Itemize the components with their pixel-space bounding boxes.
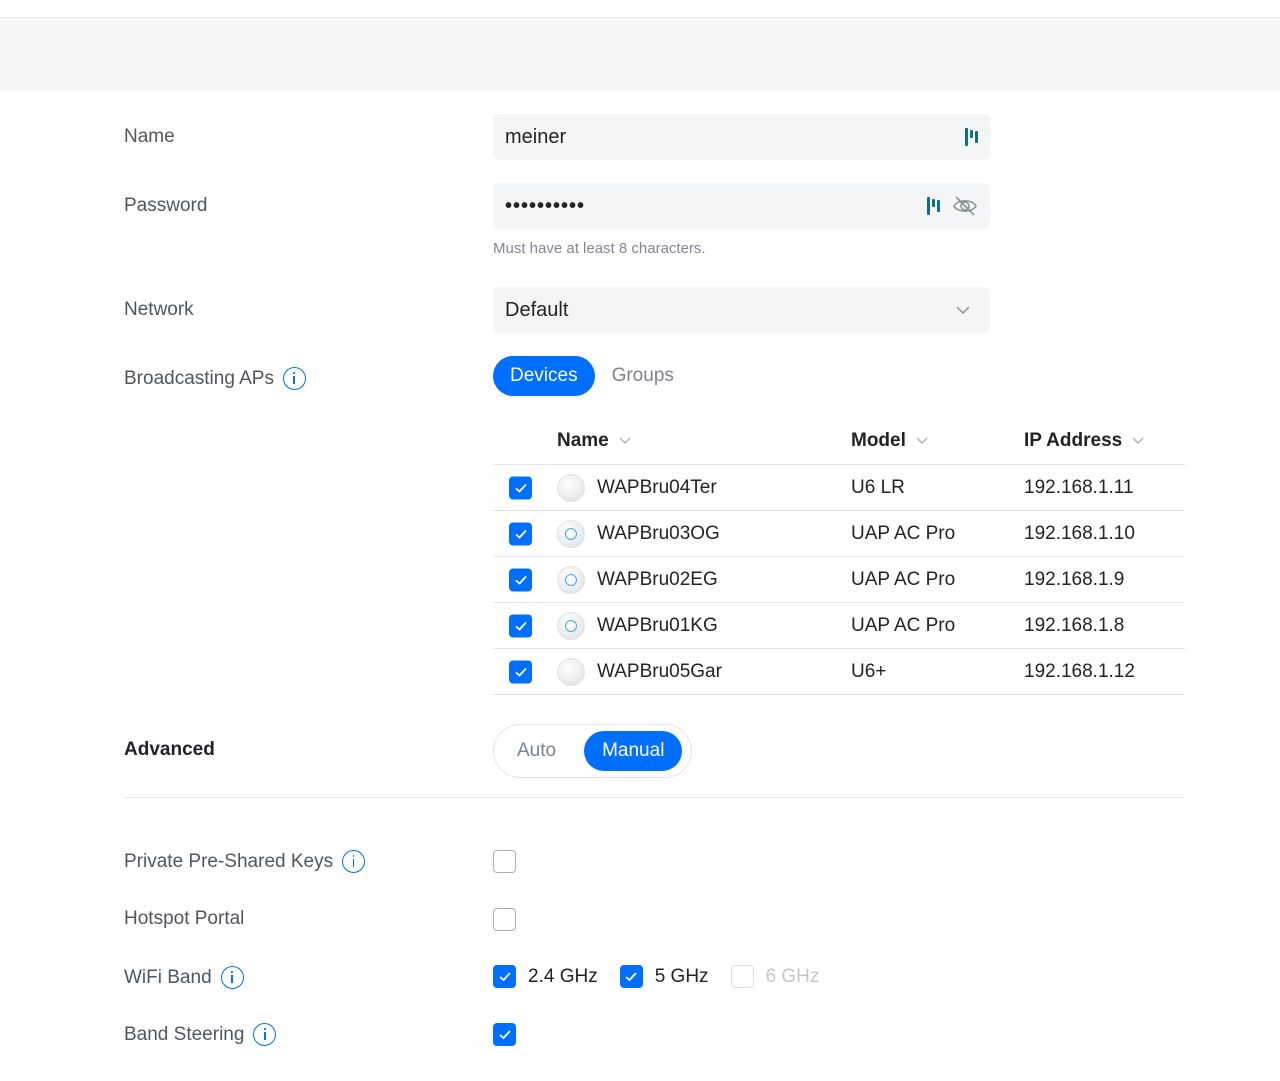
band-checkbox-6ghz — [730, 965, 754, 988]
advanced-manual-option[interactable]: Manual — [584, 731, 683, 771]
advanced-auto-option[interactable]: Auto — [499, 731, 574, 771]
table-row[interactable]: WAPBru04Ter U6 LR 192.168.1.11 — [493, 465, 1185, 511]
sort-chevron-icon[interactable] — [1132, 437, 1144, 445]
device-ip: 192.168.1.12 — [1024, 660, 1135, 682]
band-checkbox-2-4ghz[interactable] — [493, 965, 516, 988]
band-option-2-4ghz[interactable]: 2.4 GHz — [493, 965, 598, 988]
network-select[interactable]: Default — [493, 287, 990, 333]
chevron-down-icon[interactable] — [956, 303, 970, 317]
access-point-ring-icon — [557, 519, 585, 548]
band-label-2-4ghz: 2.4 GHz — [528, 965, 598, 987]
row-checkbox[interactable] — [509, 614, 532, 637]
password-helper-text: Must have at least 8 characters. — [493, 240, 706, 257]
device-model: U6+ — [851, 660, 887, 682]
access-point-icon — [557, 657, 585, 686]
device-ip: 192.168.1.10 — [1024, 522, 1135, 544]
wifi-band-options: 2.4 GHz 5 GHz 6 GHz — [493, 965, 841, 988]
hotspot-portal-checkbox[interactable] — [493, 908, 516, 931]
device-name: WAPBru04Ter — [597, 476, 717, 498]
name-input[interactable]: meiner — [493, 114, 990, 160]
row-checkbox[interactable] — [509, 660, 532, 683]
table-row[interactable]: WAPBru05Gar U6+ 192.168.1.12 — [493, 649, 1185, 695]
band-option-6ghz: 6 GHz — [730, 965, 820, 988]
info-icon[interactable] — [282, 367, 306, 390]
access-point-icon — [557, 473, 585, 502]
device-model: UAP AC Pro — [851, 614, 956, 636]
hotspot-portal-label: Hotspot Portal — [124, 908, 245, 929]
device-name: WAPBru01KG — [597, 614, 718, 636]
device-ip: 192.168.1.9 — [1024, 568, 1125, 590]
ap-table: Name Model IP Address WAPBru04Ter U6 LR … — [493, 418, 1185, 695]
band-steering-label: Band Steering — [124, 1023, 277, 1046]
top-bar — [0, 0, 1280, 18]
tab-groups[interactable]: Groups — [595, 356, 691, 396]
broadcasting-tabs: Devices Groups — [493, 356, 691, 396]
sort-chevron-icon[interactable] — [916, 437, 928, 445]
header-band — [0, 18, 1280, 91]
wifi-band-label: WiFi Band — [124, 966, 244, 989]
network-select-value[interactable]: Default — [505, 299, 956, 322]
ppsk-label: Private Pre-Shared Keys — [124, 850, 366, 873]
row-checkbox[interactable] — [509, 522, 532, 545]
band-steering-checkbox[interactable] — [493, 1023, 516, 1046]
device-name: WAPBru03OG — [597, 522, 720, 544]
device-name: WAPBru05Gar — [597, 660, 722, 682]
section-divider — [124, 797, 1185, 798]
name-input-value[interactable]: meiner — [505, 126, 959, 149]
column-header-model[interactable]: Model — [851, 430, 928, 452]
table-row[interactable]: WAPBru03OG UAP AC Pro 192.168.1.10 — [493, 511, 1185, 557]
device-ip: 192.168.1.11 — [1024, 476, 1134, 498]
device-model: UAP AC Pro — [851, 568, 956, 590]
device-name: WAPBru02EG — [597, 568, 718, 590]
tab-devices[interactable]: Devices — [493, 356, 595, 396]
password-input-value[interactable]: •••••••••• — [505, 195, 921, 218]
table-header: Name Model IP Address — [493, 418, 1185, 465]
broadcasting-aps-label: Broadcasting APs — [124, 367, 306, 390]
advanced-mode-toggle: Auto Manual — [493, 724, 692, 778]
table-row[interactable]: WAPBru02EG UAP AC Pro 192.168.1.9 — [493, 557, 1185, 603]
column-header-ip-address[interactable]: IP Address — [1024, 430, 1144, 452]
device-ip: 192.168.1.8 — [1024, 614, 1125, 636]
info-icon[interactable] — [220, 966, 244, 989]
ppsk-checkbox[interactable] — [493, 850, 516, 873]
row-checkbox[interactable] — [509, 568, 532, 591]
password-label: Password — [124, 195, 208, 216]
row-checkbox[interactable] — [509, 476, 532, 499]
eye-off-icon[interactable] — [952, 195, 978, 217]
password-input[interactable]: •••••••••• — [493, 183, 990, 229]
table-row[interactable]: WAPBru01KG UAP AC Pro 192.168.1.8 — [493, 603, 1185, 649]
advanced-label: Advanced — [124, 739, 215, 760]
band-checkbox-5ghz[interactable] — [619, 965, 643, 988]
access-point-ring-icon — [557, 565, 585, 594]
device-model: UAP AC Pro — [851, 522, 956, 544]
name-label: Name — [124, 126, 175, 147]
network-label: Network — [124, 299, 194, 320]
band-label-5ghz: 5 GHz — [654, 965, 709, 987]
sort-chevron-icon[interactable] — [619, 437, 631, 445]
device-model: U6 LR — [851, 476, 905, 498]
password-manager-icon[interactable] — [965, 127, 978, 147]
info-icon[interactable] — [342, 850, 366, 873]
band-label-6ghz: 6 GHz — [765, 965, 820, 987]
column-header-name[interactable]: Name — [557, 430, 631, 452]
band-option-5ghz[interactable]: 5 GHz — [619, 965, 709, 988]
access-point-ring-icon — [557, 611, 585, 640]
info-icon[interactable] — [253, 1023, 277, 1046]
password-manager-icon[interactable] — [927, 196, 940, 216]
